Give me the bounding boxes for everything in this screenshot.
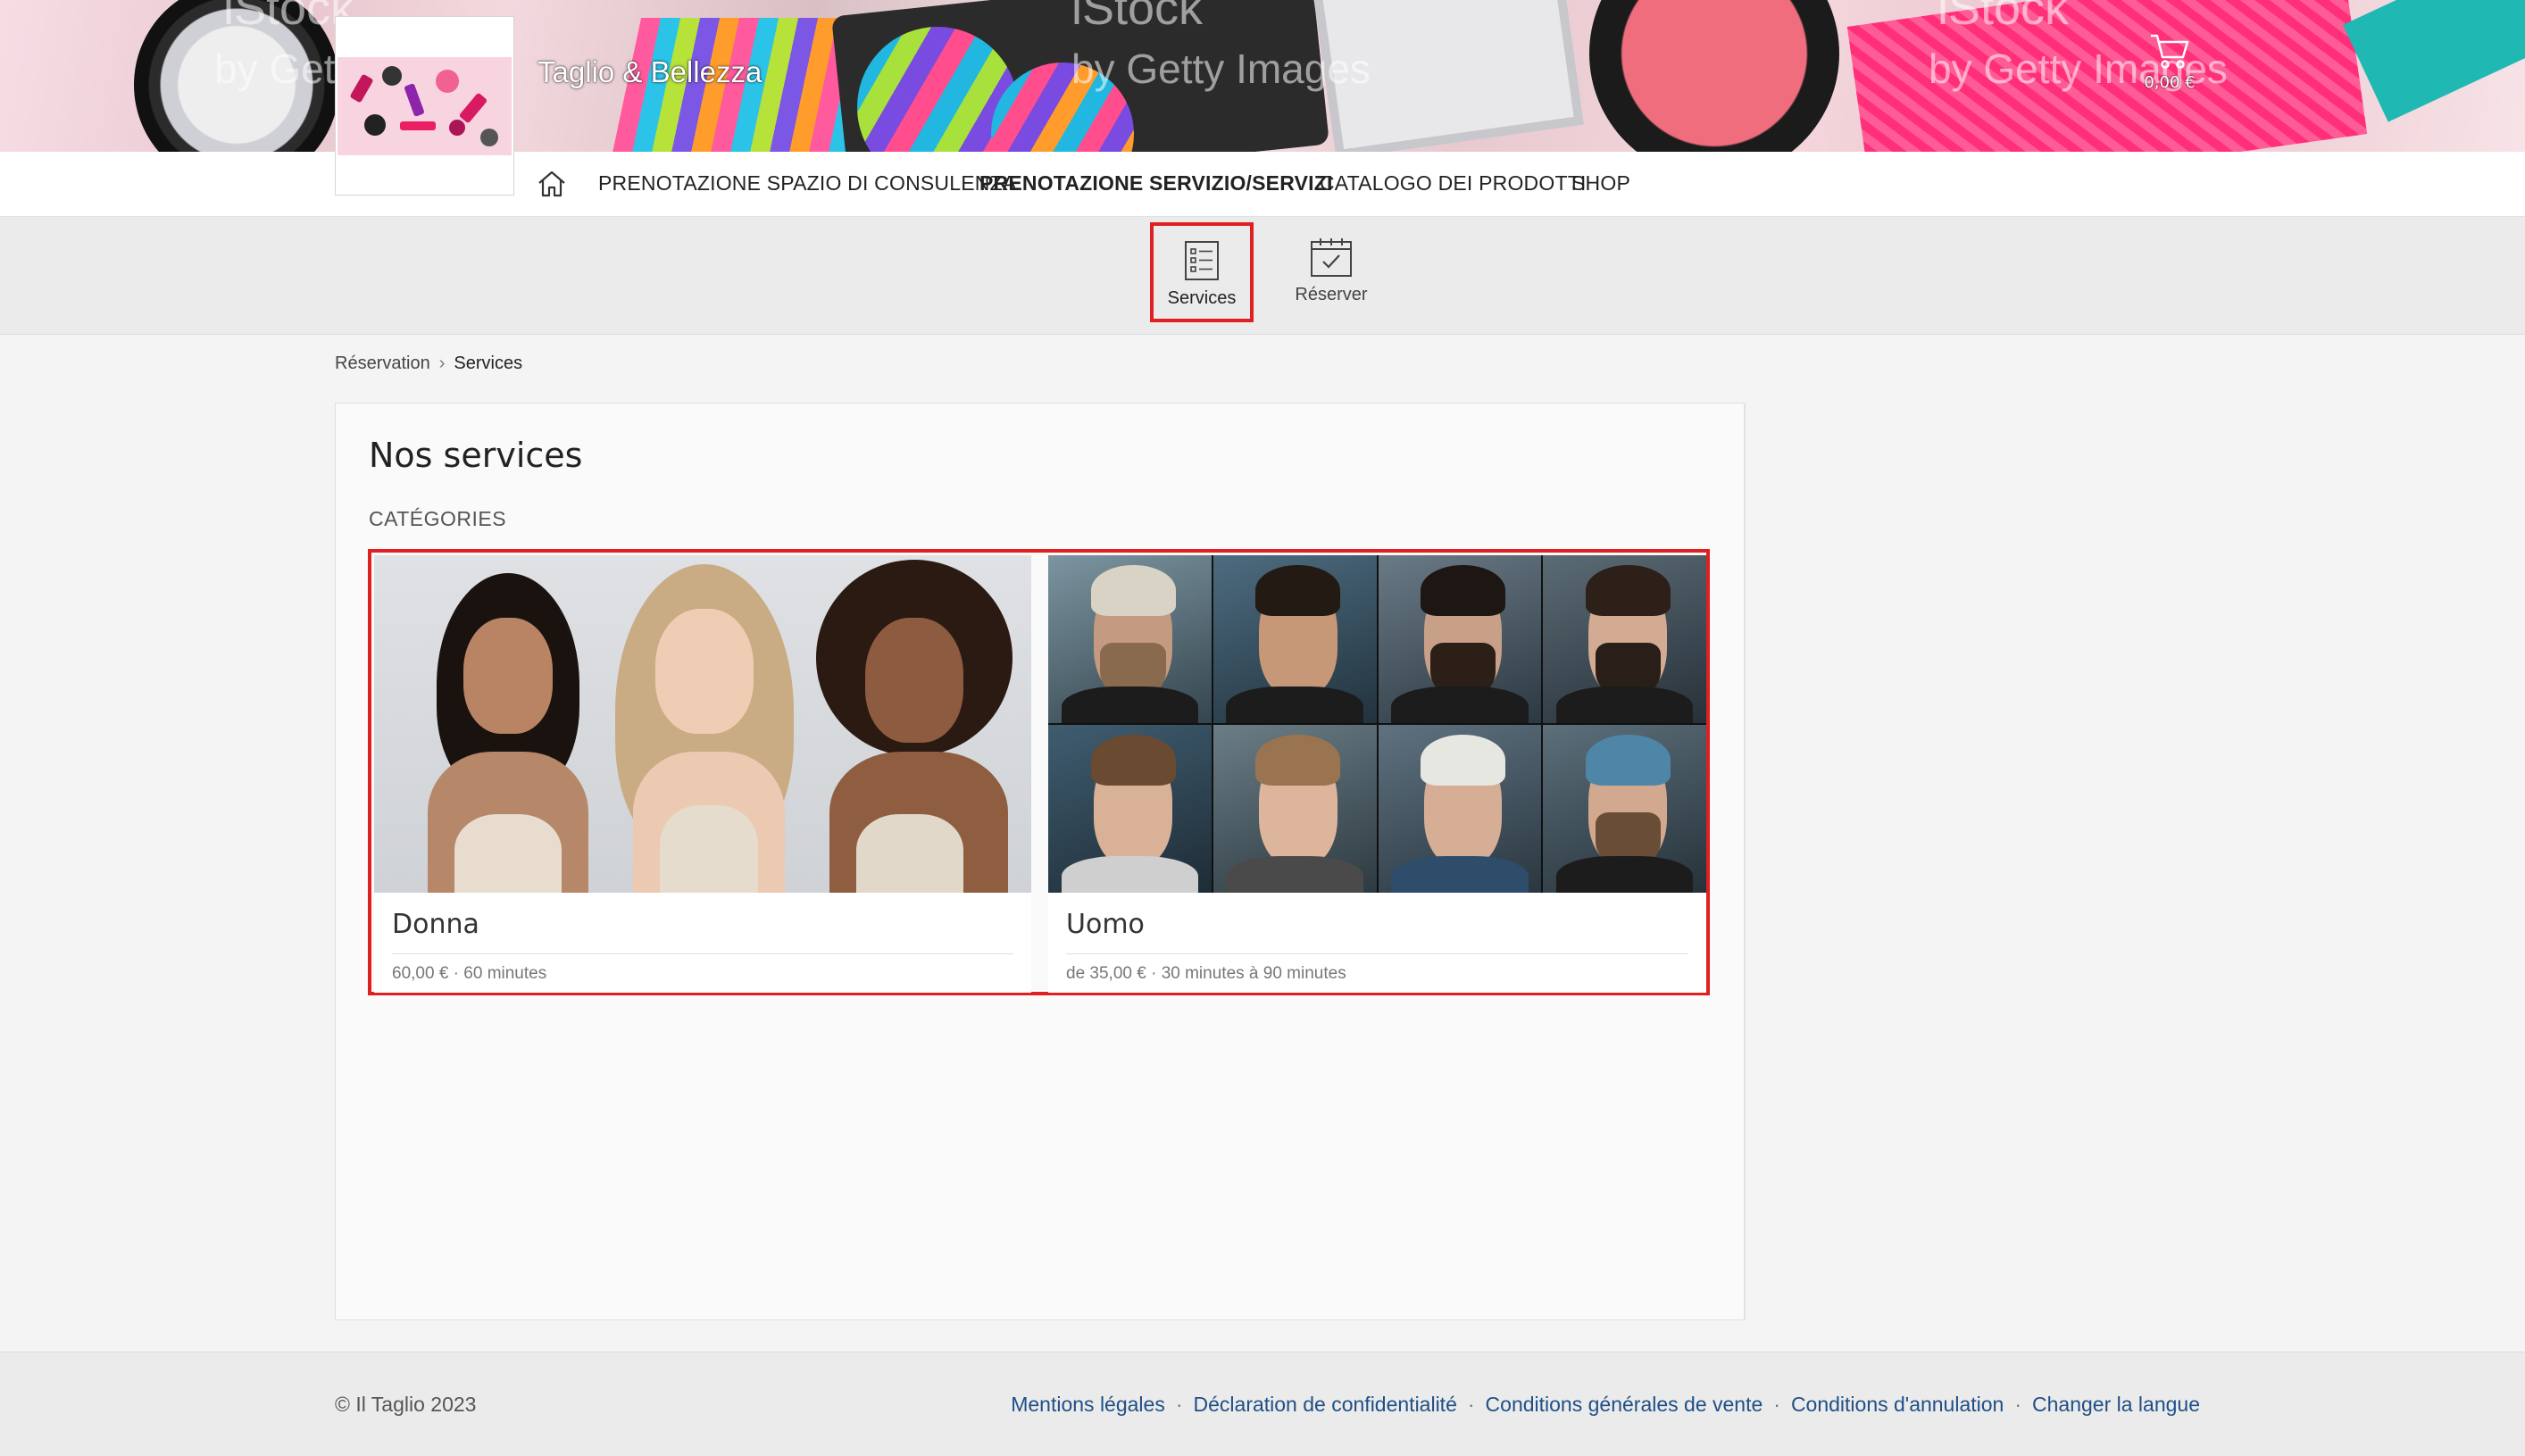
page-title: Nos services xyxy=(369,436,583,475)
footer-link-language[interactable]: Changer la langue xyxy=(2032,1393,2200,1416)
footer-link-terms[interactable]: Conditions générales de vente xyxy=(1486,1393,1763,1416)
category-card-uomo[interactable]: Uomo de 35,00 € · 30 minutes à 90 minute… xyxy=(1048,555,1706,993)
nav-item-catalog[interactable]: CATALOGO DEI PRODOTTI xyxy=(1320,171,1587,196)
category-name-donna: Donna xyxy=(392,909,479,940)
booking-steps: Services Réserver xyxy=(0,217,2525,335)
tab-book[interactable]: Réserver xyxy=(1279,222,1383,322)
tab-services[interactable]: Services xyxy=(1150,222,1254,322)
category-image-uomo xyxy=(1048,555,1706,893)
category-meta-donna: 60,00 € · 60 minutes xyxy=(392,964,547,983)
nav-item-shop[interactable]: SHOP xyxy=(1571,171,1630,196)
logo-image xyxy=(338,57,512,155)
category-card-donna[interactable]: Donna 60,00 € · 60 minutes xyxy=(374,555,1031,993)
footer-link-legal[interactable]: Mentions légales xyxy=(1011,1393,1165,1416)
watermark: by Getty Images xyxy=(1071,46,1371,92)
footer: © Il Taglio 2023 Mentions légales · Déclar… xyxy=(0,1352,2525,1456)
watermark: iStock xyxy=(1938,0,2070,35)
shop-logo[interactable] xyxy=(335,16,514,196)
watermark: iStock xyxy=(1071,0,1204,35)
cart-amount: 0,00 € xyxy=(2144,73,2196,92)
banner-teal-decor xyxy=(2343,0,2525,122)
card-divider xyxy=(1066,953,1688,954)
list-icon xyxy=(1185,241,1219,280)
nav-item-service-booking[interactable]: PRENOTAZIONE SERVIZIO/SERVIZI xyxy=(979,171,1333,196)
footer-links: Mentions légales · Déclaration de confiden… xyxy=(1011,1393,2200,1416)
category-cards: Donna 60,00 € · 60 minutes Uomo de 35,00… xyxy=(368,549,1710,995)
card-divider xyxy=(392,953,1013,954)
home-icon[interactable] xyxy=(536,168,568,200)
banner-blush-decor xyxy=(1589,0,1839,152)
panel-divider xyxy=(1745,404,1746,1319)
footer-link-cancellation[interactable]: Conditions d'annulation xyxy=(1791,1393,2004,1416)
categories-heading: CATÉGORIES xyxy=(369,507,507,530)
copyright: © Il Taglio 2023 xyxy=(335,1393,477,1416)
category-name-uomo: Uomo xyxy=(1066,909,1145,940)
brand-name[interactable]: Taglio & Bellezza xyxy=(538,55,762,89)
tab-book-label: Réserver xyxy=(1295,285,1368,304)
nav-item-consulting[interactable]: PRENOTAZIONE SPAZIO DI CONSULENZA xyxy=(598,171,1016,196)
breadcrumb-separator: › xyxy=(438,354,446,373)
breadcrumb-current: Services xyxy=(454,354,523,373)
calendar-check-icon xyxy=(1311,238,1352,277)
category-image-donna xyxy=(374,555,1031,893)
breadcrumb-reservation[interactable]: Réservation xyxy=(335,354,430,373)
breadcrumb: Réservation › Services xyxy=(335,354,522,374)
tab-services-label: Services xyxy=(1167,288,1237,308)
cart-button[interactable]: 0,00 € xyxy=(2143,32,2196,92)
footer-link-privacy[interactable]: Déclaration de confidentialité xyxy=(1194,1393,1457,1416)
category-meta-uomo: de 35,00 € · 30 minutes à 90 minutes xyxy=(1066,964,1346,983)
cart-icon xyxy=(2151,34,2189,69)
